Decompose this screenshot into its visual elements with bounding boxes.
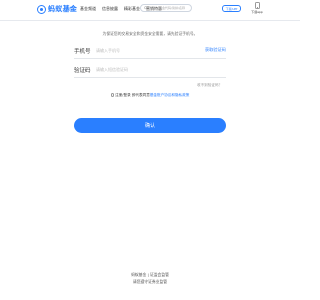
download-label: 下载app <box>251 10 263 14</box>
download-app-link[interactable]: 下载app <box>250 2 264 14</box>
logo-icon <box>37 4 46 14</box>
top-header: 蚂蚁基金 首页 基金频道 信息披露 精彩基金 营销特惠 请输入基金代码/简拼/名… <box>0 0 300 20</box>
footer-line-1: 蚂蚁基金 | 证监会监管 <box>131 272 169 277</box>
nav-item-disclosure[interactable]: 信息披露 <box>102 6 118 12</box>
nav-item-home[interactable]: 首页 <box>66 6 74 12</box>
phone-underline <box>74 58 226 59</box>
no-code-link[interactable]: 收不到验证码？ <box>197 83 222 88</box>
agreement-link[interactable]: 基金账户协议和隐私政策 <box>150 93 190 97</box>
agreement-row: 注册/登录 即代表同意基金账户协议和隐私政策 <box>0 93 300 98</box>
nav-item-featured[interactable]: 精彩基金 <box>124 6 140 12</box>
footer-line-2: 请您遵守证券业监管 <box>132 279 168 284</box>
confirm-button[interactable]: 确认 <box>74 118 226 133</box>
get-code-button[interactable]: 获取验证码 <box>205 47 226 53</box>
search-icon <box>144 6 148 10</box>
phone-label: 手机号 <box>74 49 91 55</box>
agree-checkbox[interactable] <box>110 93 115 97</box>
code-underline <box>74 77 226 78</box>
header-divider <box>0 20 300 21</box>
nav-item-fund-channel[interactable]: 基金频道 <box>80 6 96 12</box>
agree-prefix: 注册/登录 即代表同意 <box>115 93 150 97</box>
search-box[interactable]: 请输入基金代码/简拼/名称 <box>140 4 192 12</box>
code-label: 验证码 <box>74 68 91 74</box>
code-input[interactable]: 请输入短信验证码 <box>96 67 128 73</box>
search-input[interactable]: 请输入基金代码/简拼/名称 <box>150 6 185 10</box>
phone-input[interactable]: 请输入手机号 <box>96 48 120 54</box>
download-app-button[interactable]: 下载APP <box>222 5 241 12</box>
phone-icon <box>254 2 260 9</box>
verify-notice: 为保证您的交易安全和资金安全需要，请先验证手机号。 <box>102 31 198 36</box>
